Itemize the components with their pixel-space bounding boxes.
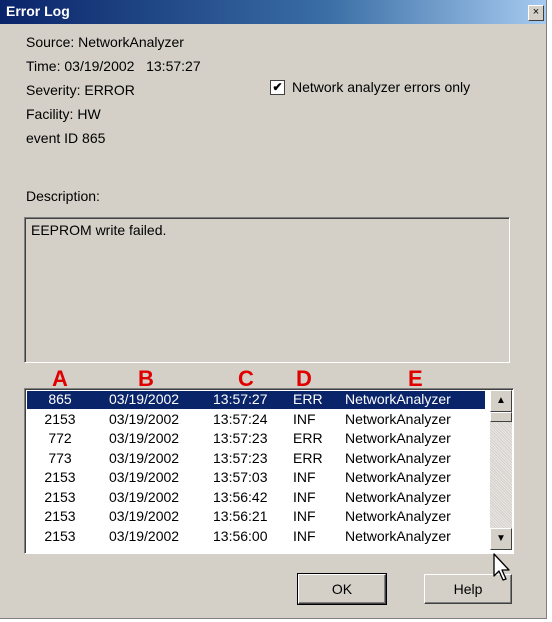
row-date: 03/19/2002	[109, 410, 180, 427]
mouse-pointer-icon	[493, 553, 510, 581]
row-event-id: 2153	[44, 488, 76, 505]
row-time: 13:56:42	[213, 488, 268, 505]
error-log-dialog: Error Log × Source: NetworkAnalyzer Time…	[0, 0, 547, 619]
row-date: 03/19/2002	[109, 391, 180, 407]
row-source: NetworkAnalyzer	[345, 488, 451, 505]
table-row[interactable]: 2153 03/19/2002 13:56:00 INF NetworkAnalyzer	[27, 528, 485, 546]
source-text: Source: NetworkAnalyzer	[26, 34, 184, 50]
ok-button[interactable]: OK	[297, 573, 387, 605]
row-date: 03/19/2002	[109, 469, 180, 485]
row-severity: ERR	[293, 391, 323, 407]
row-source: NetworkAnalyzer	[345, 508, 451, 524]
table-row[interactable]: 772 03/19/2002 13:57:23 ERR NetworkAnalyzer	[27, 430, 485, 448]
row-date: 03/19/2002	[109, 488, 180, 505]
list-scrollbar[interactable]: ▲ ▼	[490, 390, 512, 550]
row-source: NetworkAnalyzer	[345, 430, 451, 446]
row-event-id: 772	[48, 430, 72, 446]
title-bar[interactable]: Error Log ×	[0, 0, 546, 24]
row-date: 03/19/2002	[109, 449, 180, 466]
window-title: Error Log	[6, 3, 70, 19]
row-severity: ERR	[293, 430, 323, 446]
row-event-id: 2153	[44, 469, 76, 485]
row-event-id: 865	[48, 391, 72, 407]
table-row[interactable]: 2153 03/19/2002 13:57:24 INF NetworkAnalyzer	[27, 411, 485, 429]
scroll-up-icon: ▲	[496, 395, 506, 406]
table-row[interactable]: 2153 03/19/2002 13:57:03 INF NetworkAnalyzer	[27, 469, 485, 487]
row-date: 03/19/2002	[109, 430, 180, 446]
checkbox-check-icon[interactable]: ✔	[270, 80, 285, 95]
scroll-up-button[interactable]: ▲	[490, 390, 512, 412]
row-severity: ERR	[293, 449, 323, 466]
row-date: 03/19/2002	[109, 508, 180, 524]
row-severity: INF	[293, 488, 316, 505]
row-severity: INF	[293, 469, 316, 485]
event-id-text: event ID 865	[26, 130, 106, 146]
error-log-list[interactable]: 865 03/19/2002 13:57:27 ERR NetworkAnalyzer 2…	[24, 388, 514, 554]
table-row[interactable]: 773 03/19/2002 13:57:23 ERR NetworkAnalyzer	[27, 450, 485, 468]
scroll-down-button[interactable]: ▼	[490, 528, 512, 550]
row-time: 13:57:23	[213, 430, 268, 446]
close-icon: ×	[532, 6, 540, 18]
row-source: NetworkAnalyzer	[345, 449, 451, 466]
checkbox-label: Network analyzer errors only	[292, 79, 471, 95]
row-time: 13:57:23	[213, 449, 268, 466]
table-row[interactable]: 2153 03/19/2002 13:56:21 INF NetworkAnalyzer	[27, 508, 485, 526]
description-box: EEPROM write failed.	[24, 217, 510, 363]
table-row[interactable]: 865 03/19/2002 13:57:27 ERR NetworkAnalyzer	[27, 391, 485, 409]
row-time: 13:56:21	[213, 508, 268, 524]
row-time: 13:56:00	[213, 527, 268, 544]
row-event-id: 2153	[44, 508, 76, 524]
description-text: EEPROM write failed.	[31, 222, 167, 238]
row-date: 03/19/2002	[109, 527, 180, 544]
scroll-down-icon: ▼	[496, 533, 506, 544]
description-label: Description:	[26, 188, 100, 204]
row-time: 13:57:24	[213, 410, 268, 427]
time-text: Time: 03/19/2002 13:57:27	[26, 58, 201, 74]
row-severity: INF	[293, 410, 316, 427]
scroll-thumb[interactable]	[490, 412, 512, 422]
row-time: 13:57:27	[213, 391, 268, 407]
row-event-id: 773	[48, 449, 72, 466]
row-event-id: 2153	[44, 410, 76, 427]
table-row[interactable]: 2153 03/19/2002 13:56:42 INF NetworkAnalyzer	[27, 489, 485, 507]
row-source: NetworkAnalyzer	[345, 469, 451, 485]
facility-text: Facility: HW	[26, 106, 101, 122]
row-source: NetworkAnalyzer	[345, 527, 451, 544]
row-source: NetworkAnalyzer	[345, 391, 451, 407]
row-severity: INF	[293, 527, 316, 544]
close-button[interactable]: ×	[528, 5, 544, 21]
row-event-id: 2153	[44, 527, 76, 544]
severity-text: Severity: ERROR	[26, 82, 135, 98]
row-time: 13:57:03	[213, 469, 268, 485]
row-source: NetworkAnalyzer	[345, 410, 451, 427]
row-severity: INF	[293, 508, 316, 524]
